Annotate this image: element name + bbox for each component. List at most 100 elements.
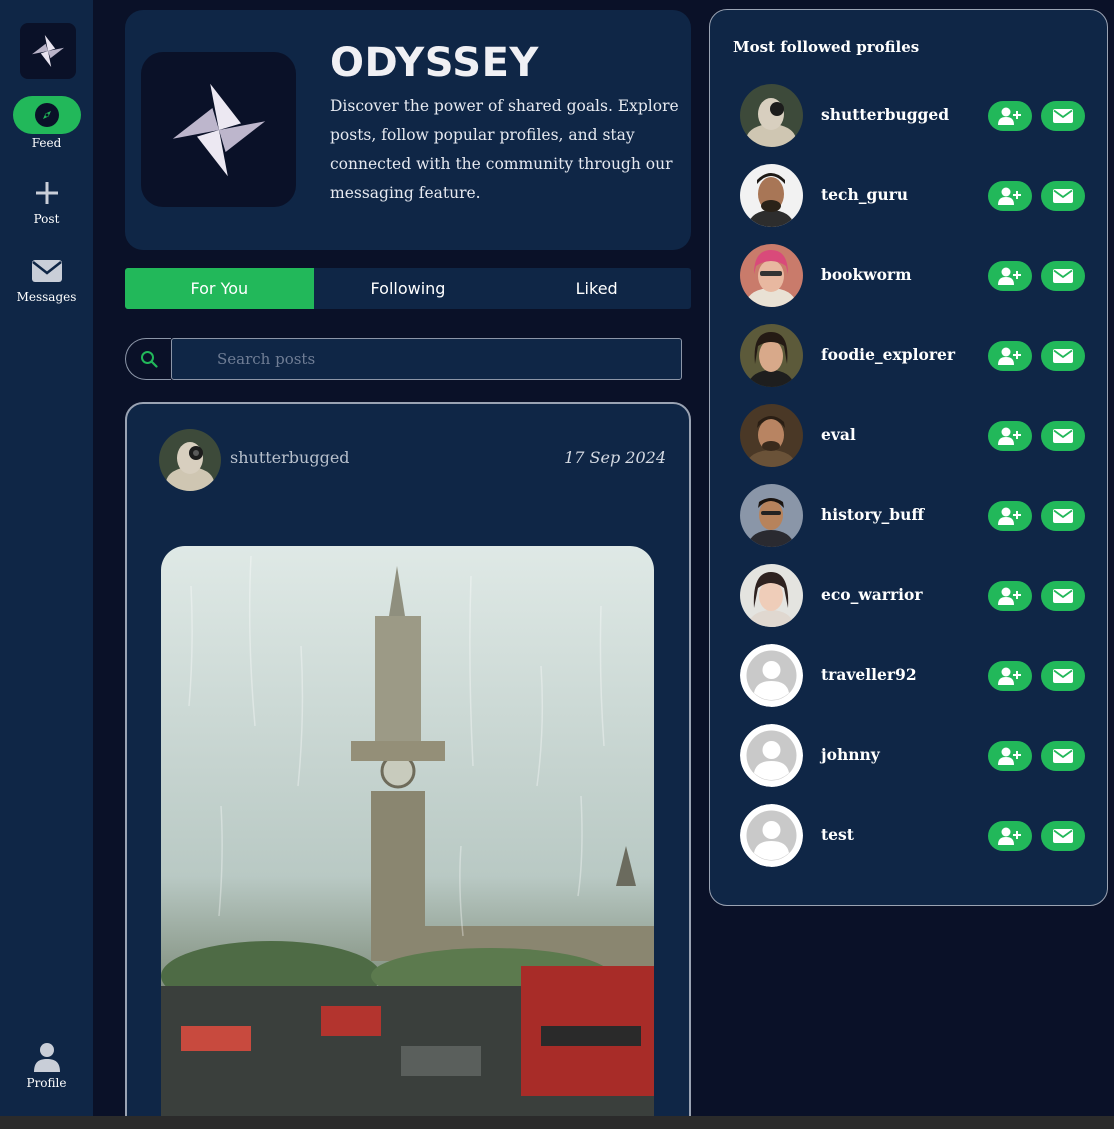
sidebar-item-profile[interactable]: Profile: [0, 1040, 93, 1090]
message-button[interactable]: [1041, 181, 1085, 211]
profile-name[interactable]: bookworm: [821, 265, 912, 284]
plus-icon: [35, 182, 58, 204]
profile-row: history_buff: [740, 484, 1090, 548]
profile-name[interactable]: eval: [821, 425, 856, 444]
panel-title: Most followed profiles: [733, 38, 920, 56]
window-bottom-edge: [0, 1116, 1114, 1129]
tab-for-you[interactable]: For You: [125, 268, 314, 309]
sidebar-item-post[interactable]: Post: [0, 176, 93, 226]
avatar[interactable]: [740, 564, 803, 627]
post-username[interactable]: shutterbugged: [230, 448, 350, 467]
envelope-icon: [1053, 669, 1073, 683]
user-plus-icon: [998, 267, 1021, 285]
profile-name[interactable]: eco_warrior: [821, 585, 923, 604]
user-plus-icon: [998, 187, 1021, 205]
profile-name[interactable]: tech_guru: [821, 185, 908, 204]
sidebar-item-label: Feed: [31, 136, 62, 150]
follow-button[interactable]: [988, 341, 1032, 371]
avatar[interactable]: [740, 724, 803, 787]
sidebar-item-feed[interactable]: Feed: [0, 96, 93, 150]
sidebar-item-messages[interactable]: Messages: [0, 254, 93, 304]
envelope-icon: [31, 260, 62, 282]
feed-pill: [12, 96, 81, 134]
most-followed-panel: Most followed profiles shutterbugged tec…: [709, 9, 1108, 906]
message-button[interactable]: [1041, 101, 1085, 131]
avatar[interactable]: [740, 404, 803, 467]
default-avatar-icon: [740, 644, 803, 707]
feed-tabs: For You Following Liked: [125, 268, 691, 309]
avatar[interactable]: [740, 484, 803, 547]
post-date: 17 Sep 2024: [564, 448, 666, 467]
avatar-photo: [159, 429, 221, 491]
pinwheel-logo-icon: [172, 83, 265, 176]
pinwheel-logo-icon: [32, 35, 64, 67]
user-plus-icon: [998, 427, 1021, 445]
envelope-icon: [1053, 109, 1073, 123]
envelope-icon: [1053, 349, 1073, 363]
post-card[interactable]: shutterbugged 17 Sep 2024: [125, 402, 691, 1129]
follow-button[interactable]: [988, 661, 1032, 691]
follow-button[interactable]: [988, 741, 1032, 771]
envelope-icon: [1053, 509, 1073, 523]
app-description: Discover the power of shared goals. Expl…: [330, 97, 679, 202]
post-image[interactable]: [161, 546, 654, 1129]
message-button[interactable]: [1041, 821, 1085, 851]
user-plus-icon: [998, 347, 1021, 365]
profile-name[interactable]: history_buff: [821, 505, 924, 524]
default-avatar-icon: [740, 804, 803, 867]
avatar[interactable]: [740, 244, 803, 307]
avatar[interactable]: [740, 644, 803, 707]
search-button[interactable]: [125, 338, 171, 380]
app-logo[interactable]: [20, 23, 76, 79]
avatar[interactable]: [740, 164, 803, 227]
follow-button[interactable]: [988, 421, 1032, 451]
profile-row: eco_warrior: [740, 564, 1090, 628]
avatar[interactable]: [740, 84, 803, 147]
default-avatar-icon: [740, 724, 803, 787]
sidebar: Feed Post Messages Profile: [0, 0, 93, 1116]
sidebar-item-label: Profile: [26, 1076, 67, 1090]
follow-button[interactable]: [988, 101, 1032, 131]
profile-row: eval: [740, 404, 1090, 468]
profile-row: tech_guru: [740, 164, 1090, 228]
tab-liked[interactable]: Liked: [502, 268, 691, 309]
follow-button[interactable]: [988, 581, 1032, 611]
avatar[interactable]: [740, 324, 803, 387]
message-button[interactable]: [1041, 341, 1085, 371]
envelope-icon: [1053, 589, 1073, 603]
avatar[interactable]: [740, 804, 803, 867]
compass-icon: [34, 103, 59, 127]
user-plus-icon: [998, 667, 1021, 685]
follow-button[interactable]: [988, 261, 1032, 291]
app-title: ODYSSEY: [330, 40, 539, 86]
message-button[interactable]: [1041, 421, 1085, 451]
avatar[interactable]: [159, 429, 221, 491]
profile-row: johnny: [740, 724, 1090, 788]
envelope-icon: [1053, 269, 1073, 283]
profile-row: test: [740, 804, 1090, 868]
profile-name[interactable]: foodie_explorer: [821, 345, 955, 364]
follow-button[interactable]: [988, 821, 1032, 851]
message-button[interactable]: [1041, 661, 1085, 691]
user-plus-icon: [998, 107, 1021, 125]
follow-button[interactable]: [988, 501, 1032, 531]
message-button[interactable]: [1041, 741, 1085, 771]
profile-row: bookworm: [740, 244, 1090, 308]
message-button[interactable]: [1041, 581, 1085, 611]
message-button[interactable]: [1041, 261, 1085, 291]
profile-name[interactable]: shutterbugged: [821, 105, 949, 124]
profile-name[interactable]: test: [821, 825, 854, 844]
envelope-icon: [1053, 829, 1073, 843]
follow-button[interactable]: [988, 181, 1032, 211]
search-input[interactable]: [171, 338, 682, 380]
user-icon: [33, 1043, 60, 1072]
profile-name[interactable]: johnny: [821, 745, 880, 764]
envelope-icon: [1053, 189, 1073, 203]
sidebar-item-label: Messages: [16, 290, 77, 304]
profile-name[interactable]: traveller92: [821, 665, 917, 684]
search-icon: [140, 351, 158, 368]
profile-row: shutterbugged: [740, 84, 1090, 148]
message-button[interactable]: [1041, 501, 1085, 531]
user-plus-icon: [998, 747, 1021, 765]
tab-following[interactable]: Following: [314, 268, 503, 309]
